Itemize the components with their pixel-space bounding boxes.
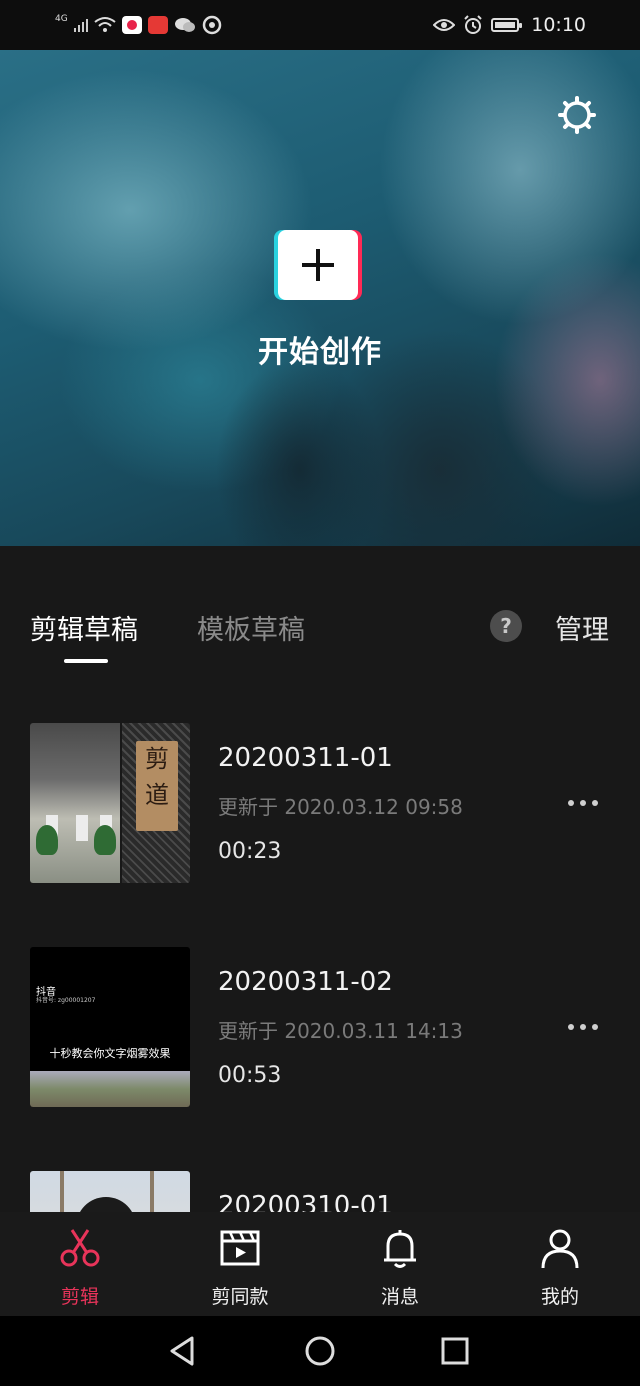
create-label[interactable]: 开始创作 <box>0 327 640 371</box>
nav-edit-label: 剪辑 <box>60 1286 99 1308</box>
bell-icon <box>384 1230 416 1268</box>
create-button[interactable] <box>278 230 358 300</box>
status-left: 4G <box>0 14 222 35</box>
draft-title: 20200311-01 <box>218 743 393 773</box>
alarm-icon <box>464 15 482 34</box>
signal-icon <box>73 18 88 32</box>
draft-title: 20200311-02 <box>218 967 393 997</box>
draft-thumbnail: 剪道 <box>30 723 190 883</box>
plus-icon <box>302 249 334 281</box>
recents-icon[interactable] <box>438 1334 472 1368</box>
manage-button[interactable]: 管理 <box>555 608 609 647</box>
thumb-id: 抖音号: zg00001207 <box>36 997 96 1004</box>
app-icon <box>202 15 221 35</box>
tab-template-drafts[interactable]: 模板草稿 <box>197 608 305 647</box>
thumb-sign: 剪道 <box>136 741 178 831</box>
help-button[interactable]: ? <box>490 610 522 642</box>
draft-duration: 00:53 <box>218 1063 282 1088</box>
nav-template-label: 剪同款 <box>211 1286 269 1308</box>
wifi-icon <box>94 17 116 32</box>
wechat-icon <box>174 18 195 32</box>
tab-edit-drafts[interactable]: 剪辑草稿 <box>30 608 138 647</box>
home-icon[interactable] <box>303 1334 337 1368</box>
draft-updated: 更新于 2020.03.12 09:58 <box>218 795 463 819</box>
bottom-nav: 剪辑 剪同款 消息 我的 <box>0 1212 640 1316</box>
draft-item[interactable]: 剪道 20200311-01 更新于 2020.03.12 09:58 00:2… <box>0 723 640 885</box>
draft-duration: 00:23 <box>218 839 282 864</box>
eye-icon <box>433 19 456 31</box>
nav-edit[interactable]: 剪辑 <box>0 1212 160 1316</box>
thumb-scene-left <box>30 723 120 883</box>
tab-indicator <box>64 659 108 663</box>
hero-banner: 开始创作 <box>0 50 640 546</box>
more-icon[interactable] <box>568 1017 608 1037</box>
nav-template[interactable]: 剪同款 <box>160 1212 320 1316</box>
app-icon <box>121 16 142 34</box>
thumb-scene-right: 剪道 <box>122 723 190 883</box>
thumb-caption: 十秒教会你文字烟雾效果 <box>49 1047 171 1060</box>
nav-profile[interactable]: 我的 <box>480 1212 640 1316</box>
status-bar: 4G 10:10 <box>0 0 640 50</box>
draft-item[interactable]: 抖音 抖音号: zg00001207 十秒教会你文字烟雾效果 20200311-… <box>0 947 640 1109</box>
nav-profile-label: 我的 <box>540 1286 579 1308</box>
clock: 10:10 <box>531 14 586 36</box>
draft-tabs: 剪辑草稿 模板草稿 ? 管理 <box>0 546 640 666</box>
more-icon[interactable] <box>568 793 608 813</box>
settings-icon[interactable] <box>556 94 598 136</box>
nav-messages[interactable]: 消息 <box>320 1212 480 1316</box>
person-icon <box>541 1229 579 1269</box>
back-icon[interactable] <box>166 1334 200 1368</box>
app-icon <box>147 16 168 34</box>
battery-icon <box>491 18 523 32</box>
scissors-icon <box>60 1229 100 1267</box>
clapper-icon <box>220 1230 260 1266</box>
thumb-scene <box>30 1071 190 1107</box>
draft-updated: 更新于 2020.03.11 14:13 <box>218 1019 463 1043</box>
draft-thumbnail: 抖音 抖音号: zg00001207 十秒教会你文字烟雾效果 <box>30 947 190 1107</box>
network-type: 4G <box>55 14 68 24</box>
nav-messages-label: 消息 <box>380 1286 419 1308</box>
system-nav-bar <box>0 1316 640 1386</box>
status-right: 10:10 <box>433 14 640 36</box>
